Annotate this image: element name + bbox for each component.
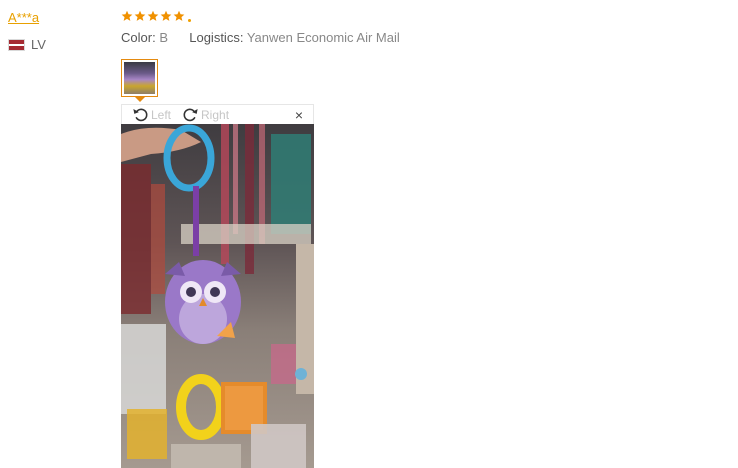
star-icon <box>121 10 133 21</box>
flag-icon <box>8 38 25 51</box>
logistics-label: Logistics: <box>189 30 244 45</box>
logistics-value: Yanwen Economic Air Mail <box>246 30 400 45</box>
rotate-left-button[interactable]: Left <box>131 105 171 124</box>
rotate-right-label: Right <box>201 107 230 122</box>
viewer-toolbar: Left Right × <box>122 105 313 124</box>
thumbnail-image <box>124 62 155 94</box>
review-content: Color: B Logistics: Yanwen Economic Air … <box>121 8 721 45</box>
rotate-left-icon <box>133 108 148 122</box>
rotate-left-label: Left <box>151 107 172 122</box>
star-icon <box>160 10 172 21</box>
review-photo-thumbnail[interactable] <box>121 59 158 97</box>
star-icon <box>147 10 159 21</box>
reviewer-country: LV <box>8 37 108 52</box>
photo-image <box>121 124 314 468</box>
star-icon <box>134 10 146 21</box>
color-value: B <box>159 30 168 45</box>
close-icon[interactable]: × <box>295 108 303 122</box>
review-photo <box>121 124 314 468</box>
thumbnail-pointer <box>135 97 145 102</box>
rotate-right-icon <box>183 108 198 122</box>
order-info: Color: B Logistics: Yanwen Economic Air … <box>121 30 721 45</box>
photo-viewer: Left Right × <box>121 104 314 468</box>
star-icon <box>173 10 185 21</box>
color-label: Color: <box>121 30 156 45</box>
country-code: LV <box>31 37 46 52</box>
reviewer-info: A***a LV <box>8 9 108 52</box>
rating-dot <box>188 18 191 22</box>
star-rating <box>121 8 721 24</box>
reviewer-name-link[interactable]: A***a <box>8 10 39 26</box>
rotate-right-button[interactable]: Right <box>181 105 229 124</box>
